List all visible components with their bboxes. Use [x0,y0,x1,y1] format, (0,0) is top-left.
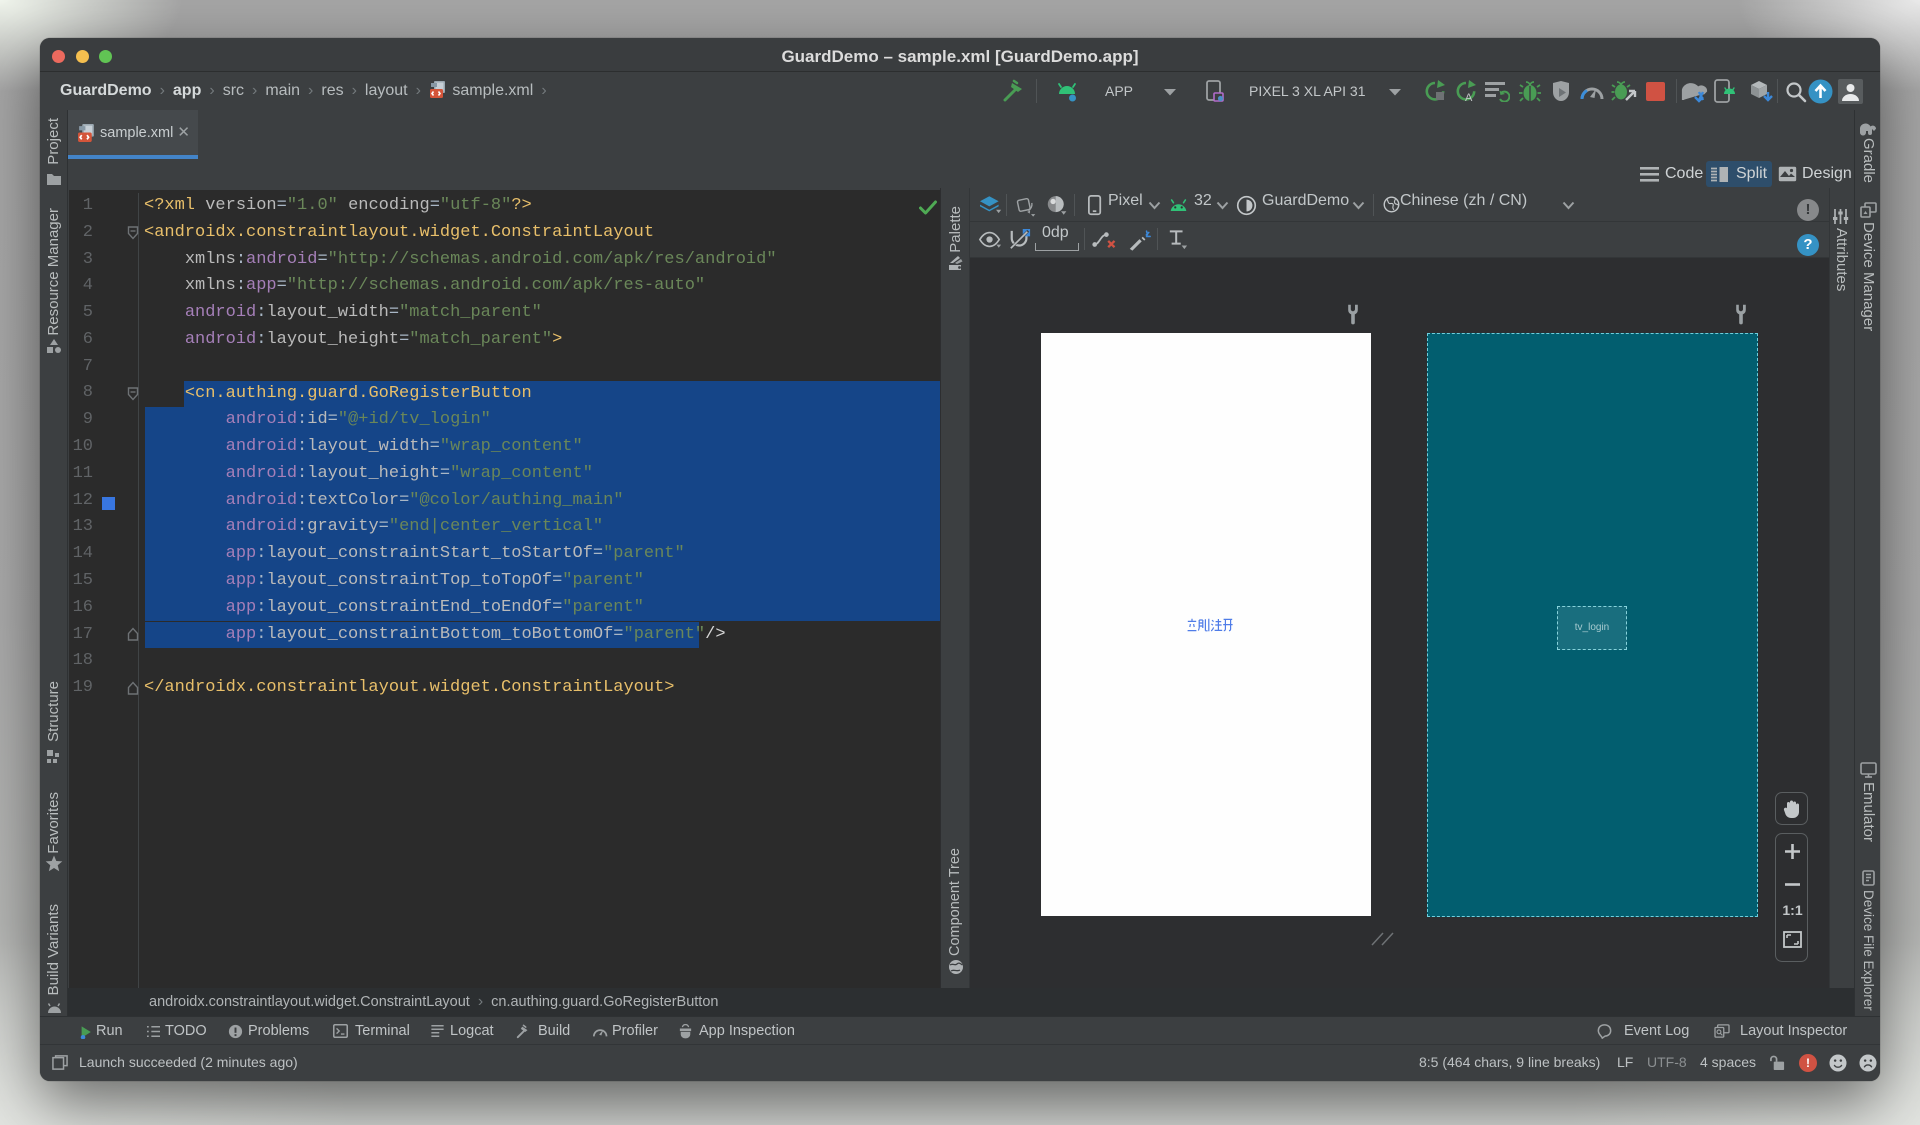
svg-text:A: A [1465,92,1473,103]
